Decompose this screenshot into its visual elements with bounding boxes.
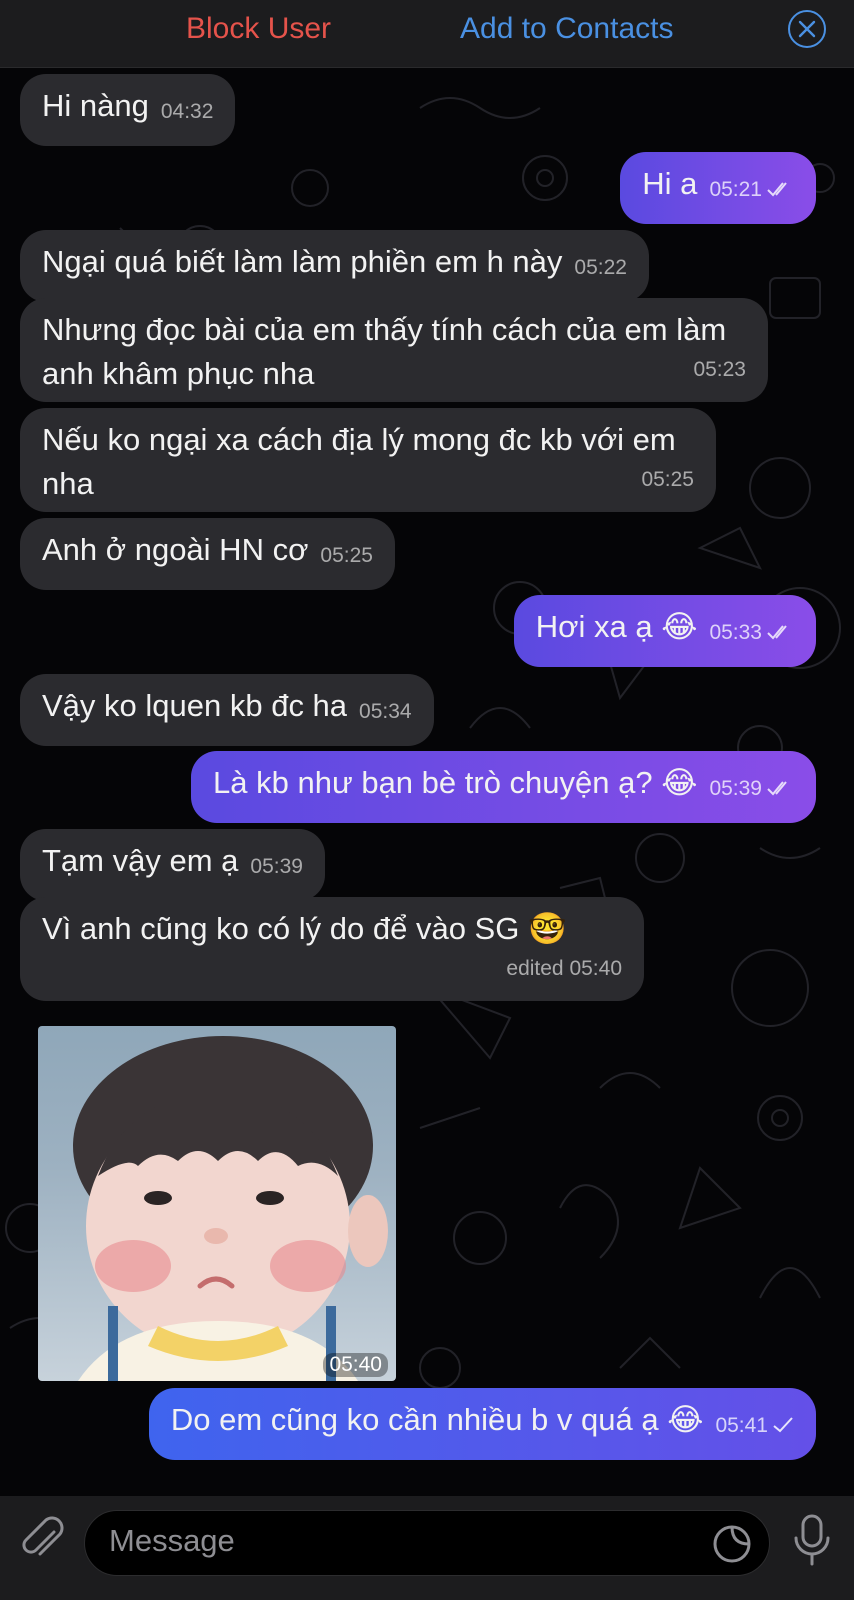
sticker-icon[interactable] — [711, 1523, 753, 1565]
message-incoming[interactable]: Tạm vậy em ạ 05:39 — [20, 829, 325, 901]
message-text: Hi a — [642, 166, 698, 201]
close-icon[interactable] — [788, 10, 826, 48]
message-text: Nhưng đọc bài của em thấy tính cách của … — [42, 312, 735, 391]
chat-history[interactable]: Rphang Hi nàng04:32 Hi a05:21 Ngại quá b… — [0, 68, 854, 1496]
message-text: Vậy ko lquen kb đc ha — [42, 688, 348, 723]
message-text: Do em cũng ko cần nhiều b v quá ạ 😂 — [170, 1402, 704, 1437]
message-text: Ngại quá biết làm làm phiền em h này — [42, 244, 563, 279]
read-checkmarks-icon — [767, 625, 787, 640]
message-time: 05:23 — [693, 358, 746, 381]
block-user-button[interactable]: Block User — [186, 12, 331, 46]
message-incoming[interactable]: Anh ở ngoài HN cơ 05:25 — [20, 518, 395, 590]
message-text: Là kb như bạn bè trò chuyện ạ? 😂 — [213, 765, 698, 800]
message-text: Hơi xa ạ 😂 — [535, 609, 698, 644]
message-incoming[interactable]: Vì anh cũng ko có lý do để vào SG 🤓 edit… — [20, 897, 644, 1001]
message-time: 05:39 — [709, 777, 762, 800]
message-time: 05:41 — [715, 1414, 768, 1437]
message-time: 05:21 — [709, 178, 762, 201]
message-outgoing[interactable]: Là kb như bạn bè trò chuyện ạ? 😂 05:39 — [191, 751, 816, 823]
message-time: 05:39 — [250, 855, 303, 878]
message-time: 05:25 — [320, 544, 373, 567]
attachment-icon[interactable] — [20, 1516, 64, 1566]
message-time: 05:33 — [709, 621, 762, 644]
message-outgoing[interactable]: Do em cũng ko cần nhiều b v quá ạ 😂 05:41 — [148, 1388, 816, 1460]
message-incoming[interactable]: Nhưng đọc bài của em thấy tính cách của … — [20, 298, 768, 402]
sticker-illustration — [73, 1036, 388, 1381]
message-incoming[interactable]: Ngại quá biết làm làm phiền em h này 05:2… — [20, 230, 649, 302]
message-input[interactable]: Message — [84, 1510, 770, 1576]
sticker-image[interactable]: 05:40 — [38, 1026, 396, 1381]
contact-action-bar: Block User Add to Contacts — [0, 0, 854, 68]
message-time: 05:40 — [323, 1353, 388, 1377]
message-text: Tạm vậy em ạ — [42, 843, 239, 878]
message-composer: Message — [0, 1496, 854, 1600]
message-placeholder: Message — [109, 1523, 235, 1558]
add-to-contacts-button[interactable]: Add to Contacts — [460, 12, 673, 46]
message-text: Vì anh cũng ko có lý do để vào SG 🤓 — [42, 911, 567, 946]
message-incoming[interactable]: Hi nàng 04:32 — [20, 74, 236, 146]
message-time: 05:25 — [641, 468, 694, 491]
message-text: Nếu ko ngại xa cách địa lý mong đc kb vớ… — [42, 422, 685, 501]
sent-checkmark-icon — [773, 1417, 793, 1433]
message-text: Hi nàng — [42, 88, 149, 123]
message-time: 05:22 — [574, 256, 627, 279]
message-time: edited 05:40 — [506, 957, 622, 980]
message-time: 04:32 — [160, 100, 214, 123]
message-outgoing[interactable]: Hơi xa ạ 😂 05:33 — [513, 595, 816, 667]
message-incoming[interactable]: Nếu ko ngại xa cách địa lý mong đc kb vớ… — [20, 408, 716, 512]
read-checkmarks-icon — [767, 781, 787, 796]
message-outgoing[interactable]: Hi a 05:21 — [620, 152, 816, 224]
microphone-icon[interactable] — [792, 1514, 832, 1568]
message-incoming[interactable]: Vậy ko lquen kb đc ha 05:34 — [20, 674, 434, 746]
message-time: 05:34 — [359, 700, 412, 723]
message-text: Anh ở ngoài HN cơ — [42, 532, 309, 567]
read-checkmarks-icon — [767, 182, 787, 197]
